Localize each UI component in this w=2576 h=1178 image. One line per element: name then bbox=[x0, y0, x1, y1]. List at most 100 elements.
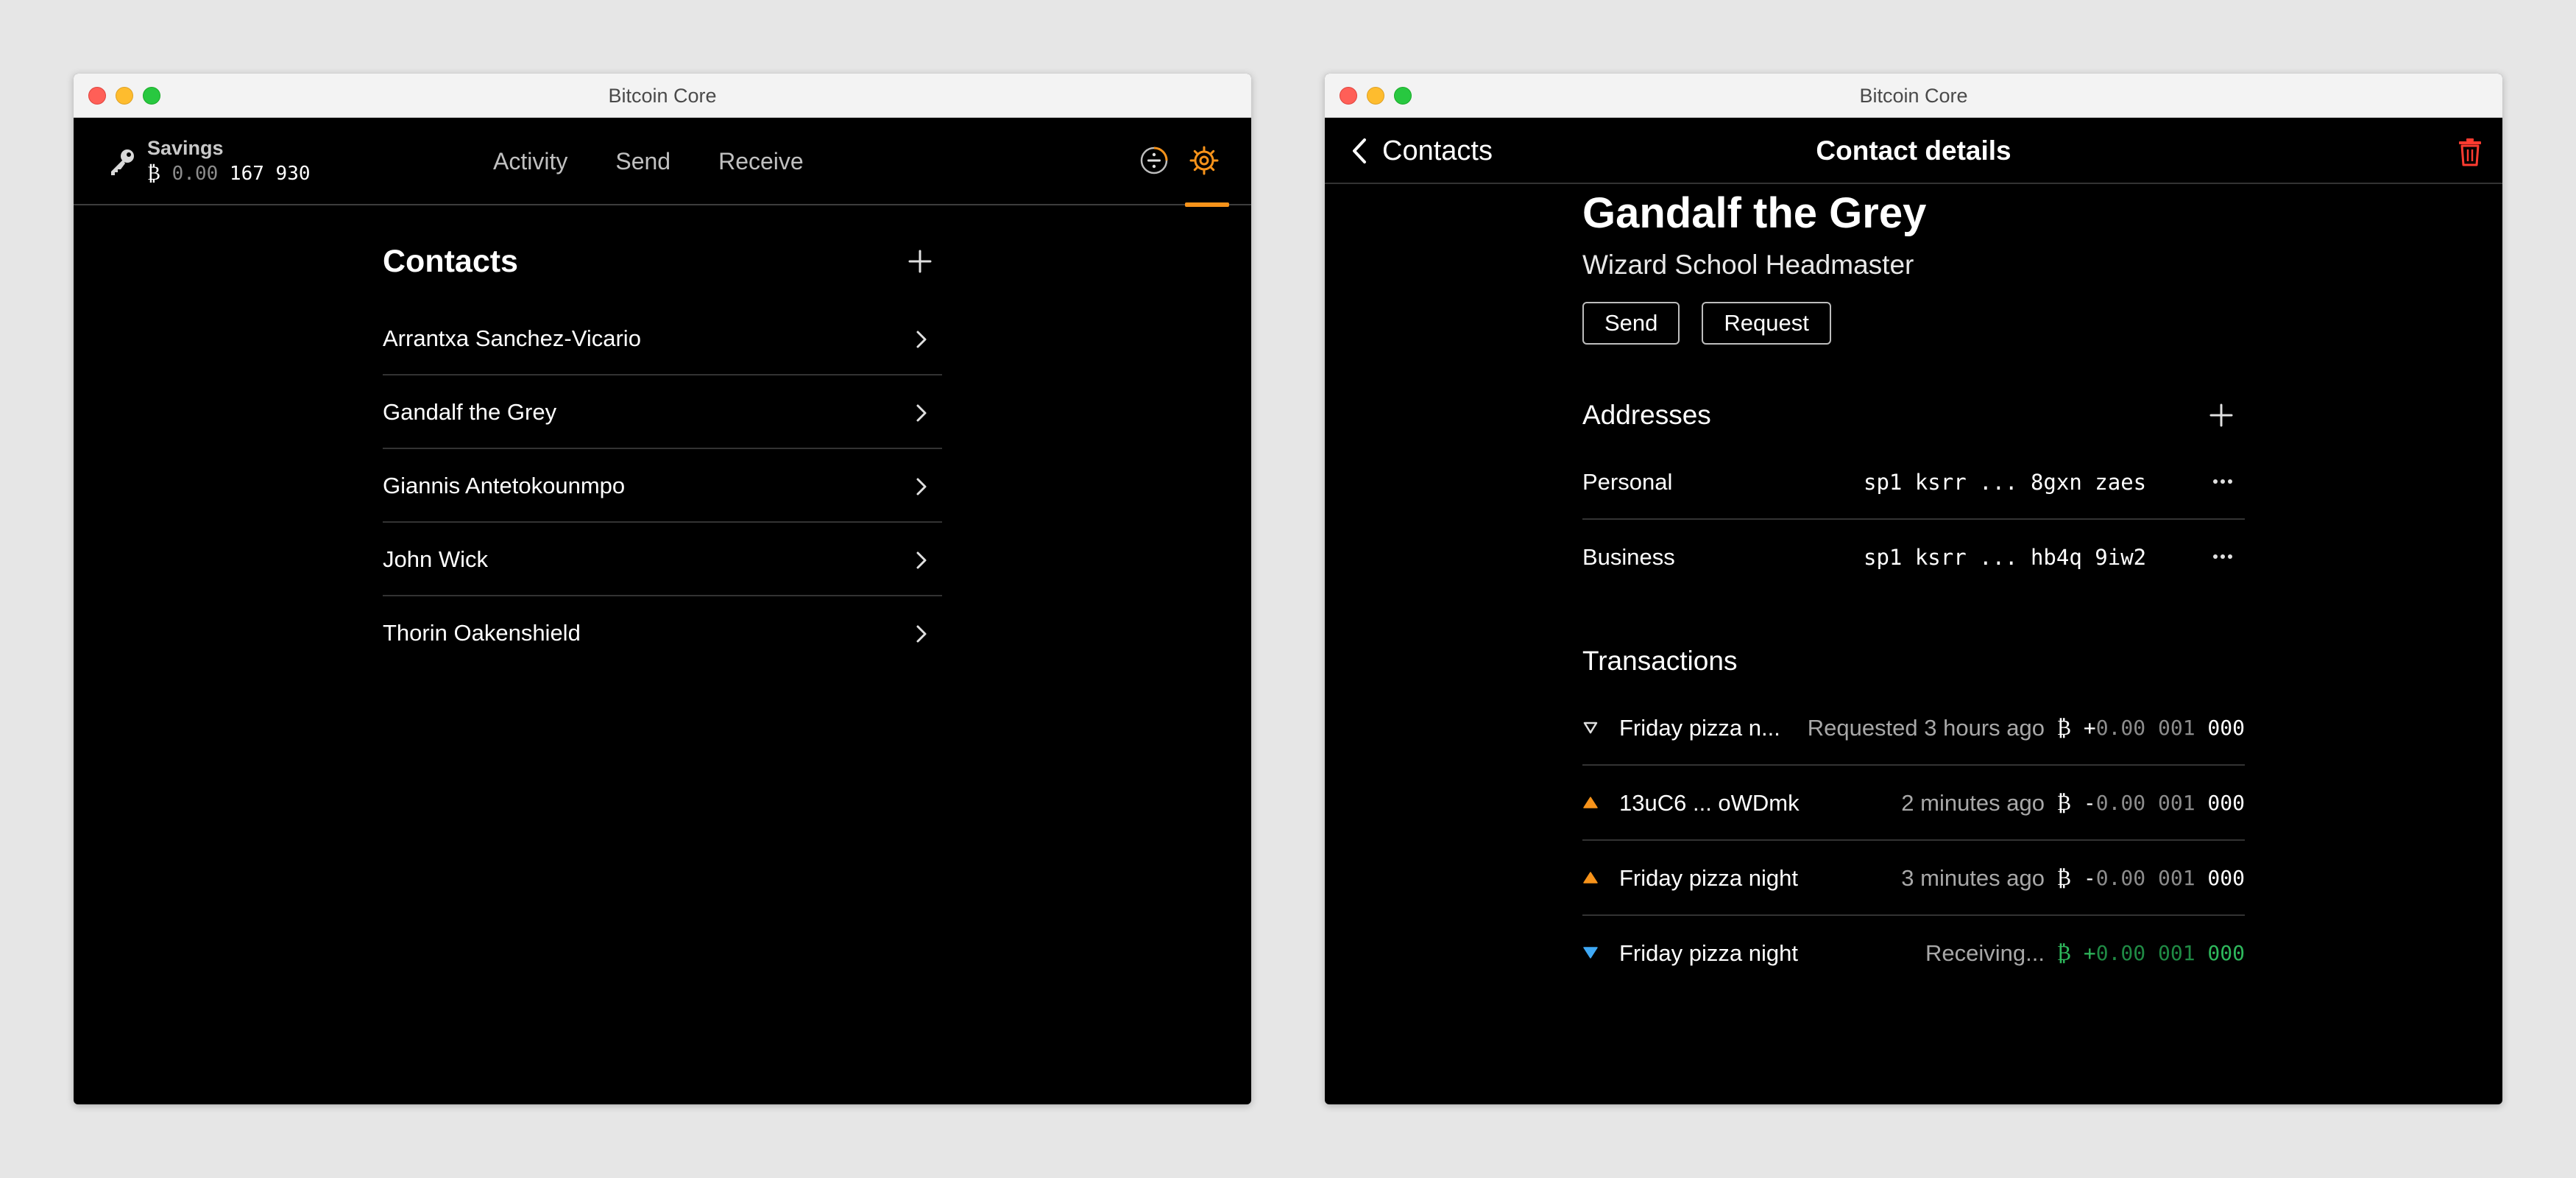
amount-dim-digits: 0.00 001 bbox=[2095, 866, 2195, 890]
request-outline-icon bbox=[1583, 722, 1598, 734]
bitcoin-symbol: ₿ bbox=[2056, 941, 2071, 965]
contacts-window: Bitcoin Core Savings ₿ 0.00 167 930 Acti… bbox=[74, 74, 1251, 1104]
page-title: Contact details bbox=[1816, 135, 2011, 166]
addresses-header: Addresses bbox=[1582, 386, 2245, 445]
transaction-status: 3 minutes ago bbox=[1901, 865, 2045, 891]
contact-row[interactable]: John Wick bbox=[383, 523, 942, 596]
transaction-label: Friday pizza n... bbox=[1619, 715, 1780, 741]
bitcoin-symbol: ₿ bbox=[147, 163, 160, 185]
contact-name: Gandalf the Grey bbox=[383, 399, 557, 425]
chevron-right-icon bbox=[916, 551, 927, 569]
back-button[interactable]: Contacts bbox=[1350, 118, 1493, 184]
sent-triangle-icon bbox=[1583, 797, 1598, 808]
transaction-label: Friday pizza night bbox=[1619, 940, 1798, 966]
transactions-title: Transactions bbox=[1582, 646, 1738, 676]
addresses-list: Personal sp1 ksrr ... 8gxn zaes Business… bbox=[1582, 445, 2245, 595]
nav-send[interactable]: Send bbox=[615, 118, 670, 205]
contact-row[interactable]: Thorin Oakenshield bbox=[383, 596, 942, 670]
bitcoin-symbol: ₿ bbox=[2056, 866, 2071, 890]
contact-row[interactable]: Giannis Antetokounmpo bbox=[383, 449, 942, 523]
key-icon bbox=[111, 149, 134, 175]
window-title: Bitcoin Core bbox=[1859, 85, 1968, 107]
address-row: Personal sp1 ksrr ... 8gxn zaes bbox=[1582, 445, 2245, 520]
amount-dim-digits: 0.00 001 bbox=[2095, 716, 2195, 740]
contact-subtitle: Wizard School Headmaster bbox=[1582, 250, 1914, 280]
block-clock-icon[interactable] bbox=[1138, 144, 1170, 177]
contacts-list: Arrantxa Sanchez-Vicario Gandalf the Gre… bbox=[383, 302, 942, 670]
contact-name: Thorin Oakenshield bbox=[383, 620, 581, 646]
chevron-left-icon bbox=[1353, 138, 1366, 163]
nav-activity[interactable]: Activity bbox=[493, 118, 567, 205]
chevron-right-icon bbox=[916, 625, 927, 643]
address-value[interactable]: sp1 ksrr ... 8gxn zaes bbox=[1864, 445, 2146, 520]
contact-name-heading: Gandalf the Grey bbox=[1582, 189, 1927, 237]
wallet-name: Savings bbox=[147, 137, 224, 159]
contacts-panel: Contacts Arrantxa Sanchez-Vicario Gandal… bbox=[383, 221, 942, 670]
contact-details-window: Bitcoin Core Contacts Contact details Ga… bbox=[1325, 74, 2502, 1104]
chevron-right-icon bbox=[916, 331, 927, 348]
window-titlebar[interactable]: Bitcoin Core bbox=[1325, 74, 2502, 118]
more-options-icon[interactable] bbox=[2211, 474, 2234, 489]
transaction-status: Requested 3 hours ago bbox=[1807, 715, 2045, 741]
amount-sign: + bbox=[2083, 941, 2096, 965]
amount-main-digits: 000 bbox=[2195, 716, 2245, 740]
contact-detail-body: Gandalf the Grey Wizard School Headmaste… bbox=[1582, 184, 2245, 991]
amount-main-digits: 000 bbox=[2195, 866, 2245, 890]
transaction-row[interactable]: 13uC6 ... oWDmk 2 minutes ago ₿ -0.00 00… bbox=[1582, 766, 2245, 841]
amount-main-digits: 000 bbox=[2195, 941, 2245, 965]
contact-actions: Send Request bbox=[1582, 302, 2245, 345]
transaction-row[interactable]: Friday pizza night 3 minutes ago ₿ -0.00… bbox=[1582, 841, 2245, 916]
chevron-right-icon bbox=[916, 478, 927, 495]
transaction-amount: ₿ -0.00 001 000 bbox=[2057, 841, 2245, 916]
gear-icon[interactable] bbox=[1188, 144, 1220, 177]
transaction-status: Receiving... bbox=[1925, 940, 2045, 966]
chevron-right-icon bbox=[916, 404, 927, 422]
wallet-selector[interactable]: Savings ₿ 0.00 167 930 bbox=[106, 135, 311, 187]
more-options-icon[interactable] bbox=[2211, 549, 2234, 564]
amount-dim-digits: 0.00 001 bbox=[2095, 791, 2195, 815]
main-nav: Activity Send Receive bbox=[493, 118, 804, 205]
back-label: Contacts bbox=[1382, 135, 1493, 166]
transaction-amount: ₿ -0.00 001 000 bbox=[2057, 766, 2245, 841]
addresses-title: Addresses bbox=[1582, 400, 1711, 430]
contact-name: Arrantxa Sanchez-Vicario bbox=[383, 325, 641, 351]
window-title: Bitcoin Core bbox=[608, 85, 717, 107]
topbar-icons bbox=[1119, 118, 1251, 207]
amount-main-digits: 000 bbox=[2195, 791, 2245, 815]
amount-dim-digits: 0.00 001 bbox=[2095, 941, 2195, 965]
contacts-header: Contacts bbox=[383, 221, 942, 302]
address-row: Business sp1 ksrr ... hb4q 9iw2 bbox=[1582, 520, 2245, 595]
transactions-list: Friday pizza n... Requested 3 hours ago … bbox=[1582, 691, 2245, 991]
contact-name: Giannis Antetokounmpo bbox=[383, 473, 626, 498]
balance-main-digits: 167 930 bbox=[229, 163, 311, 185]
bitcoin-symbol: ₿ bbox=[2056, 716, 2071, 740]
contact-row[interactable]: Gandalf the Grey bbox=[383, 375, 942, 449]
transaction-amount: ₿ +0.00 001 000 bbox=[2057, 916, 2245, 991]
nav-receive[interactable]: Receive bbox=[718, 118, 804, 205]
bitcoin-symbol: ₿ bbox=[2056, 791, 2071, 815]
request-button[interactable]: Request bbox=[1702, 302, 1831, 345]
balance-dim-digits: 0.00 bbox=[171, 163, 219, 185]
contact-row[interactable]: Arrantxa Sanchez-Vicario bbox=[383, 302, 942, 375]
send-button[interactable]: Send bbox=[1582, 302, 1680, 345]
window-titlebar[interactable]: Bitcoin Core bbox=[74, 74, 1251, 118]
trash-icon[interactable] bbox=[2457, 137, 2483, 166]
amount-sign: - bbox=[2083, 791, 2096, 815]
wallet-balance: ₿ 0.00 167 930 bbox=[147, 161, 311, 187]
address-value[interactable]: sp1 ksrr ... hb4q 9iw2 bbox=[1864, 520, 2146, 595]
address-label: Business bbox=[1582, 544, 1675, 570]
add-contact-button[interactable] bbox=[905, 247, 935, 276]
detail-header: Contacts Contact details bbox=[1325, 118, 2502, 184]
transaction-row[interactable]: Friday pizza night Receiving... ₿ +0.00 … bbox=[1582, 916, 2245, 991]
add-address-button[interactable] bbox=[2208, 402, 2234, 428]
transaction-label: Friday pizza night bbox=[1619, 865, 1798, 891]
transaction-label: 13uC6 ... oWDmk bbox=[1619, 790, 1800, 816]
transaction-row[interactable]: Friday pizza n... Requested 3 hours ago … bbox=[1582, 691, 2245, 766]
page-title: Contacts bbox=[383, 244, 518, 279]
sent-triangle-icon bbox=[1583, 872, 1598, 884]
address-label: Personal bbox=[1582, 469, 1673, 495]
receiving-triangle-icon bbox=[1583, 947, 1598, 959]
transactions-header: Transactions bbox=[1582, 632, 2245, 691]
transaction-amount: ₿ +0.00 001 000 bbox=[2057, 691, 2245, 766]
top-navigation-bar: Savings ₿ 0.00 167 930 Activity Send Rec… bbox=[74, 118, 1251, 207]
